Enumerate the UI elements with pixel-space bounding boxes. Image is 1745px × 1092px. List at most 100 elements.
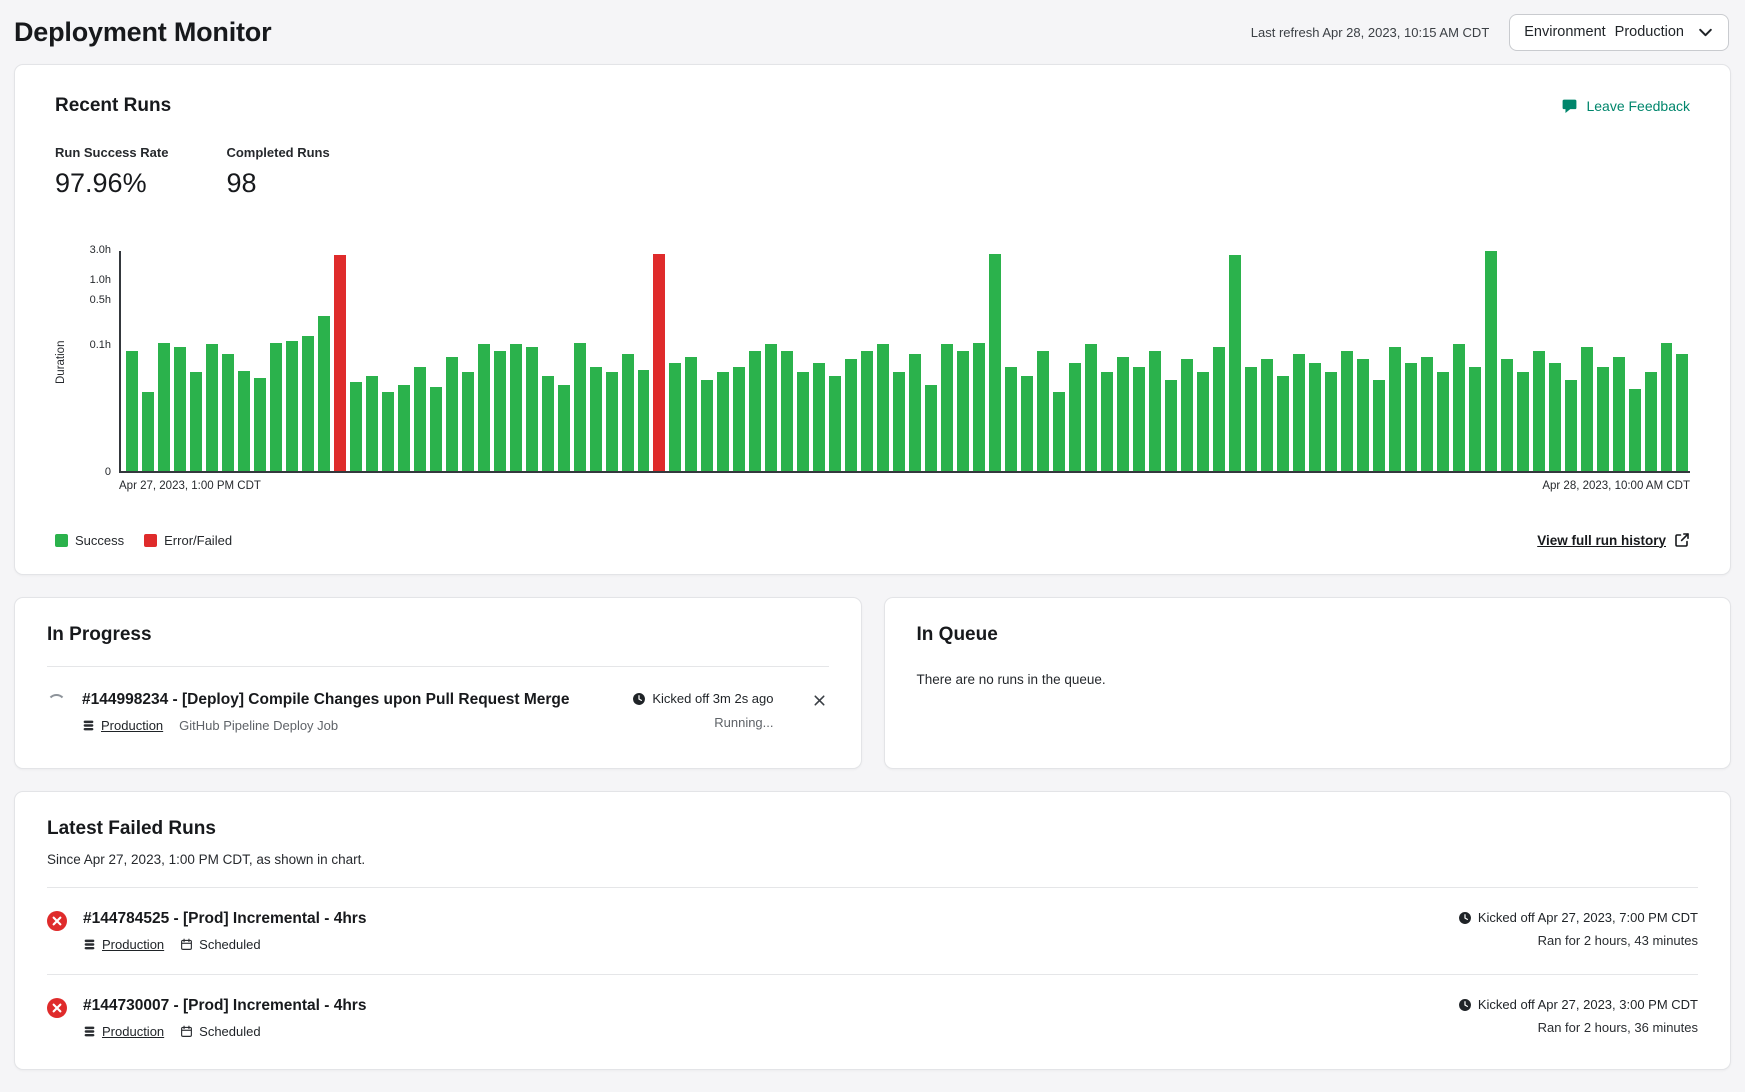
bar-success-run[interactable] [1373,380,1385,471]
bar-success-run[interactable] [1565,380,1577,471]
bar-success-run[interactable] [478,344,490,471]
bar-success-run[interactable] [1069,363,1081,471]
bar-success-run[interactable] [1485,251,1497,471]
bar-success-run[interactable] [1389,347,1401,471]
bar-success-run[interactable] [1053,392,1065,471]
bar-success-run[interactable] [254,378,266,471]
bar-success-run[interactable] [1213,347,1225,471]
bar-success-run[interactable] [158,343,170,471]
bar-success-run[interactable] [1405,363,1417,471]
bar-success-run[interactable] [126,351,138,471]
bar-success-run[interactable] [574,343,586,471]
bar-success-run[interactable] [1005,367,1017,471]
bar-success-run[interactable] [765,344,777,471]
bar-success-run[interactable] [1117,357,1129,471]
bar-success-run[interactable] [398,385,410,471]
bar-success-run[interactable] [1325,372,1337,471]
bar-success-run[interactable] [1229,255,1241,471]
bar-success-run[interactable] [669,363,681,471]
bar-success-run[interactable] [142,392,154,471]
bar-success-run[interactable] [558,385,570,471]
bar-success-run[interactable] [174,347,186,471]
bar-success-run[interactable] [1453,344,1465,471]
bar-success-run[interactable] [1181,359,1193,471]
bar-success-run[interactable] [206,344,218,471]
bar-success-run[interactable] [238,371,250,471]
bar-success-run[interactable] [1469,367,1481,471]
bar-success-run[interactable] [1661,343,1673,471]
bar-success-run[interactable] [1421,357,1433,471]
bar-success-run[interactable] [1629,389,1641,471]
bar-success-run[interactable] [1133,367,1145,471]
production-env-link[interactable]: Production [102,1024,164,1039]
bar-success-run[interactable] [861,351,873,471]
bar-success-run[interactable] [1533,351,1545,471]
bar-success-run[interactable] [414,367,426,471]
bar-success-run[interactable] [941,344,953,471]
bar-success-run[interactable] [590,367,602,471]
bar-success-run[interactable] [1437,372,1449,471]
bar-success-run[interactable] [1277,376,1289,471]
environment-dropdown[interactable]: Environment Production [1509,14,1729,51]
bar-success-run[interactable] [526,347,538,471]
bar-success-run[interactable] [1293,354,1305,471]
bar-success-run[interactable] [893,372,905,471]
bar-success-run[interactable] [733,367,745,471]
bar-success-run[interactable] [685,357,697,471]
bar-success-run[interactable] [1037,351,1049,471]
production-env-link[interactable]: Production [101,718,163,733]
bar-success-run[interactable] [717,372,729,471]
production-env-link[interactable]: Production [102,937,164,952]
bar-failed-run[interactable] [653,254,665,471]
bar-success-run[interactable] [1149,351,1161,471]
bar-success-run[interactable] [957,351,969,471]
bar-success-run[interactable] [797,372,809,471]
bar-success-run[interactable] [973,343,985,471]
leave-feedback-link[interactable]: Leave Feedback [1561,98,1690,115]
bar-success-run[interactable] [382,392,394,471]
bar-success-run[interactable] [302,336,314,471]
bar-success-run[interactable] [606,372,618,471]
bar-success-run[interactable] [925,385,937,471]
bar-success-run[interactable] [1245,367,1257,471]
bar-success-run[interactable] [1549,363,1561,471]
cancel-run-button[interactable] [810,691,829,710]
bar-success-run[interactable] [701,380,713,471]
bar-success-run[interactable] [494,351,506,471]
bar-success-run[interactable] [1085,344,1097,471]
bar-success-run[interactable] [989,254,1001,471]
bar-success-run[interactable] [222,354,234,471]
bar-success-run[interactable] [446,357,458,471]
bar-success-run[interactable] [286,341,298,471]
bar-success-run[interactable] [781,351,793,471]
view-full-run-history-link[interactable]: View full run history [1537,532,1690,548]
bar-success-run[interactable] [270,343,282,471]
bar-success-run[interactable] [1165,380,1177,471]
bar-success-run[interactable] [1645,372,1657,471]
bar-success-run[interactable] [542,376,554,471]
bar-success-run[interactable] [1357,359,1369,471]
bar-success-run[interactable] [622,354,634,471]
bar-success-run[interactable] [318,316,330,471]
bar-success-run[interactable] [1021,376,1033,471]
bar-success-run[interactable] [813,363,825,471]
bar-failed-run[interactable] [334,255,346,471]
bar-success-run[interactable] [1501,359,1513,471]
bar-success-run[interactable] [366,376,378,471]
bar-success-run[interactable] [877,344,889,471]
bar-success-run[interactable] [510,344,522,471]
bar-success-run[interactable] [462,372,474,471]
bar-success-run[interactable] [1261,359,1273,471]
bar-success-run[interactable] [829,376,841,471]
bar-success-run[interactable] [190,372,202,471]
bar-success-run[interactable] [1309,363,1321,471]
bar-success-run[interactable] [430,387,442,471]
bar-success-run[interactable] [350,382,362,471]
bar-success-run[interactable] [1197,372,1209,471]
bar-success-run[interactable] [1597,367,1609,471]
bar-success-run[interactable] [1676,354,1688,471]
bar-success-run[interactable] [1613,357,1625,471]
bar-success-run[interactable] [845,359,857,471]
bar-success-run[interactable] [638,370,650,471]
bar-success-run[interactable] [909,354,921,471]
